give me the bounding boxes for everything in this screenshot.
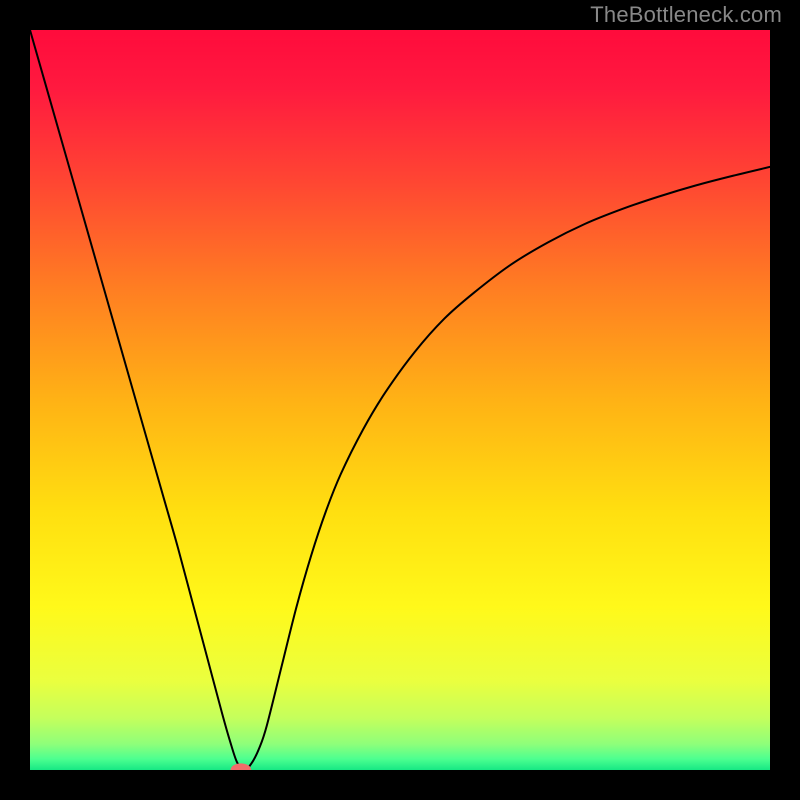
gradient-background	[30, 30, 770, 770]
plot-svg	[30, 30, 770, 770]
watermark-text: TheBottleneck.com	[590, 2, 782, 28]
bottleneck-plot	[30, 30, 770, 770]
chart-frame: TheBottleneck.com	[0, 0, 800, 800]
